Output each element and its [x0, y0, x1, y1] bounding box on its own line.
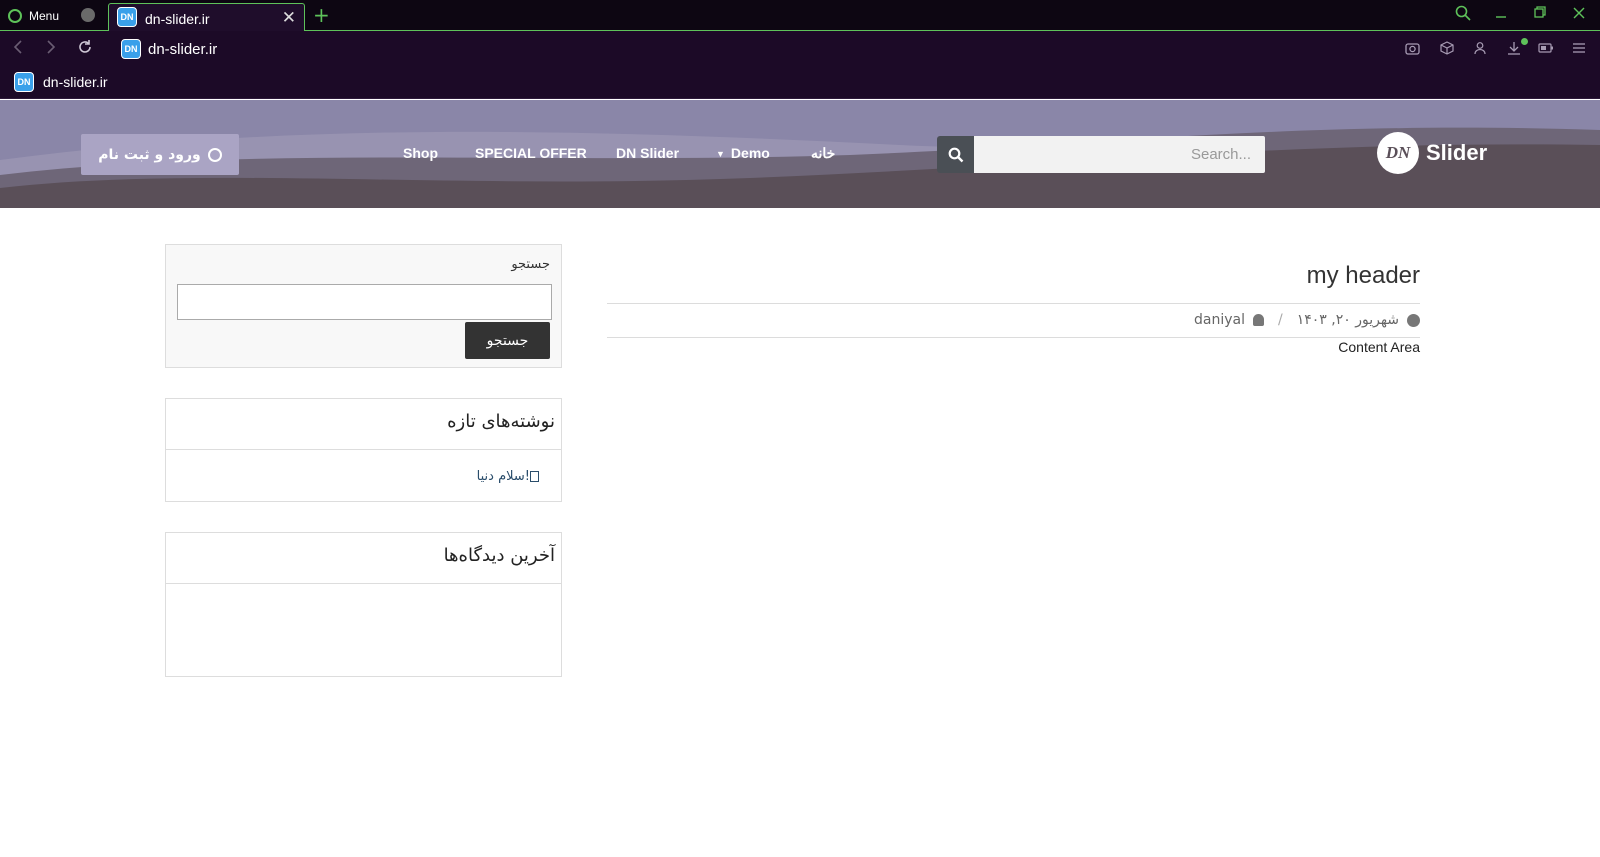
site-header: DN Slider Search... خانه ▼ Demo DN Slider… — [0, 100, 1600, 208]
user-circle-icon — [207, 147, 222, 162]
browser-tab-bar: Menu DN dn-slider.ir ✕ + — [0, 0, 1600, 32]
tab-title: dn-slider.ir — [145, 11, 210, 27]
search-tabs-icon[interactable] — [1453, 5, 1473, 25]
logo-text: Slider — [1426, 140, 1488, 165]
nav-item-home[interactable]: خانه — [811, 145, 835, 162]
close-tab-icon[interactable]: ✕ — [282, 8, 296, 28]
header-wave-background — [0, 100, 1600, 208]
bookmark-item[interactable]: dn-slider.ir — [43, 74, 108, 90]
forward-icon[interactable] — [45, 39, 57, 59]
bookmark-bar: DN dn-slider.ir — [0, 66, 1600, 99]
site-favicon-icon: DN — [117, 7, 137, 27]
divider — [607, 337, 1420, 338]
recent-posts-widget: نوشته‌های تازه سلام دنیا! — [165, 398, 562, 502]
divider — [607, 303, 1420, 304]
cube-icon[interactable] — [1440, 41, 1454, 59]
browser-tab-active[interactable]: DN dn-slider.ir ✕ — [108, 3, 305, 32]
nav-item-dn-slider[interactable]: DN Slider — [616, 145, 679, 161]
nav-item-special-offer[interactable]: SPECIAL OFFER — [475, 145, 587, 161]
recent-comments-title: آخرین دیدگاه‌ها — [166, 533, 561, 584]
new-tab-button[interactable]: + — [313, 3, 330, 27]
clock-icon — [1407, 313, 1420, 327]
post-date: شهریور ۲۰, ۱۴۰۳ — [1296, 312, 1399, 328]
nav-item-demo-label: Demo — [730, 145, 770, 161]
sidebar-search-widget: جستجو جستجو — [165, 244, 562, 368]
download-icon[interactable] — [1507, 41, 1521, 59]
download-status-dot — [1521, 38, 1528, 45]
login-label: ورود و ثبت نام — [98, 146, 201, 163]
minimize-icon[interactable] — [1491, 5, 1511, 25]
address-favicon-icon: DN — [121, 39, 141, 59]
login-register-button[interactable]: ورود و ثبت نام — [81, 134, 239, 175]
recent-posts-title: نوشته‌های تازه — [166, 399, 561, 450]
battery-saver-icon[interactable] — [1538, 41, 1554, 59]
globe-icon[interactable] — [81, 8, 95, 22]
recent-post-link[interactable]: سلام دنیا! — [477, 469, 541, 484]
nav-item-shop[interactable]: Shop — [403, 145, 438, 161]
close-window-icon[interactable] — [1569, 5, 1589, 25]
meta-separator: / — [1278, 312, 1283, 328]
sidebar-search-button[interactable]: جستجو — [465, 322, 550, 359]
site-logo[interactable]: DN Slider — [1377, 132, 1487, 174]
bookmark-favicon-icon: DN — [14, 72, 34, 92]
back-icon[interactable] — [12, 39, 24, 59]
search-button[interactable] — [937, 136, 974, 173]
header-search: Search... — [937, 136, 1265, 173]
nav-item-demo[interactable]: ▼ Demo — [716, 145, 770, 161]
search-input[interactable]: Search... — [974, 136, 1265, 173]
recent-comments-widget: آخرین دیدگاه‌ها — [165, 532, 562, 677]
opera-logo-icon — [8, 8, 22, 23]
search-icon — [948, 147, 963, 162]
browser-address-bar: DN dn-slider.ir — [0, 31, 1600, 66]
easy-setup-icon[interactable] — [1572, 41, 1586, 59]
sidebar-search-input[interactable] — [177, 284, 552, 320]
user-icon — [1253, 314, 1264, 326]
chevron-down-icon: ▼ — [716, 149, 725, 160]
post-content: Content Area — [1338, 339, 1420, 355]
search-widget-label: جستجو — [511, 257, 550, 272]
browser-menu-label: Menu — [29, 8, 60, 23]
address-field[interactable]: dn-slider.ir — [148, 41, 217, 58]
post-title: my header — [1306, 262, 1420, 289]
camera-icon[interactable] — [1405, 41, 1420, 59]
reload-icon[interactable] — [77, 39, 93, 59]
restore-icon[interactable] — [1530, 5, 1550, 25]
recent-post-label: سلام دنیا! — [476, 469, 530, 484]
account-icon[interactable] — [1474, 41, 1486, 59]
logo-mark: DN — [1377, 132, 1419, 174]
post-author[interactable]: daniyal — [1194, 312, 1245, 328]
browser-menu-button[interactable]: Menu — [8, 7, 59, 24]
post-meta: daniyal / شهریور ۲۰, ۱۴۰۳ — [1194, 312, 1420, 328]
document-icon — [530, 471, 539, 482]
